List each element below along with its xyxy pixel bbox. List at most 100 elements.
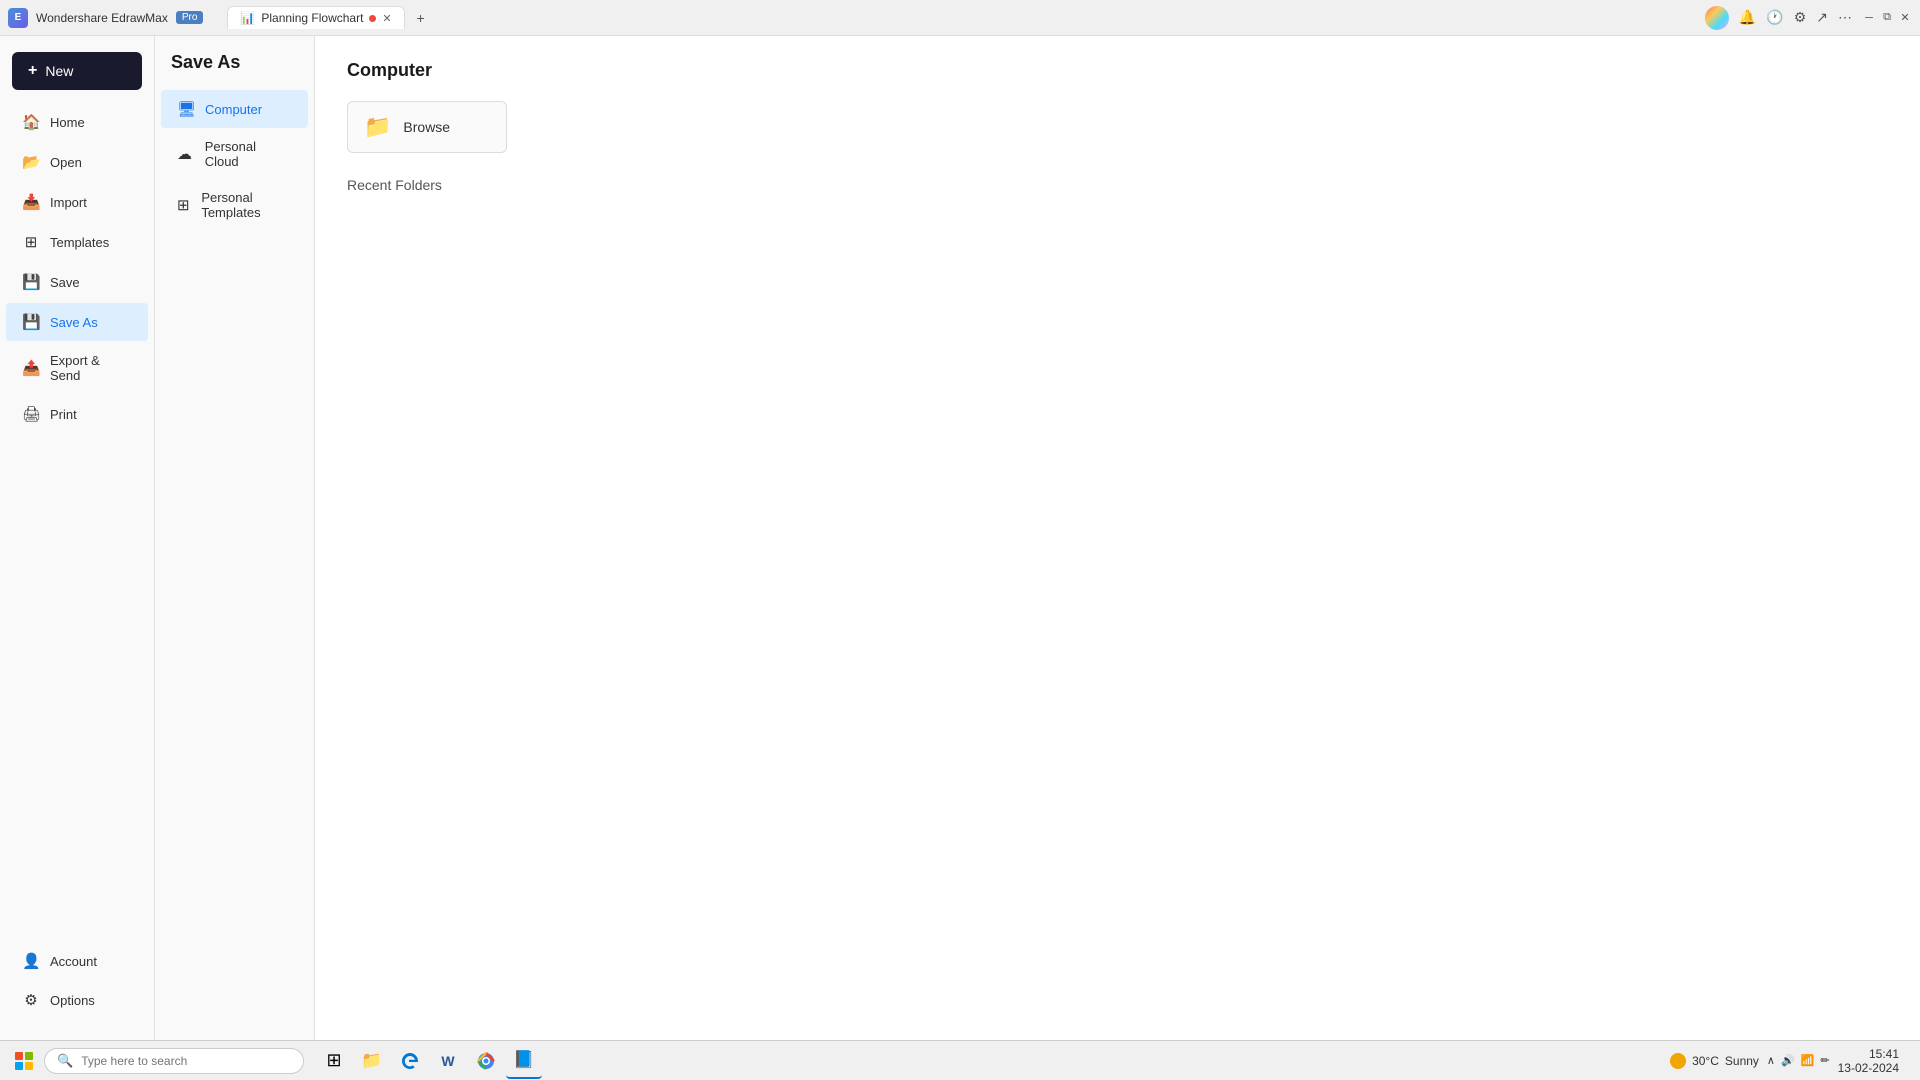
- save-icon: 💾: [22, 273, 40, 291]
- taskbar-file-explorer-button[interactable]: 📁: [354, 1043, 390, 1079]
- sidebar-item-templates[interactable]: ⊞ Templates: [6, 223, 148, 261]
- settings-icon[interactable]: ⚙: [1792, 7, 1809, 28]
- tray-arrow[interactable]: ∧: [1767, 1054, 1775, 1067]
- taskbar: 🔍 ⊞ 📁 W 📘 30°C Sunny: [0, 1040, 1920, 1080]
- save-as-title: Save As: [155, 52, 314, 89]
- taskbar-chrome-button[interactable]: [468, 1043, 504, 1079]
- import-icon: 📥: [22, 193, 40, 211]
- sidebar-label-export: Export & Send: [50, 353, 132, 383]
- tab-close-button[interactable]: ✕: [382, 12, 391, 25]
- show-desktop-button[interactable]: [1907, 1045, 1912, 1077]
- sidebar-label-account: Account: [50, 954, 97, 969]
- start-button[interactable]: [8, 1045, 40, 1077]
- more-icon[interactable]: ⋯: [1836, 7, 1854, 28]
- sidebar-item-account[interactable]: 👤 Account: [6, 942, 148, 980]
- folder-icon: 📁: [364, 114, 391, 140]
- avatar[interactable]: [1705, 6, 1729, 30]
- new-tab-button[interactable]: +: [409, 6, 433, 30]
- main-content-title: Computer: [347, 60, 1888, 81]
- main-content: Computer 📁 Browse Recent Folders: [315, 36, 1920, 1040]
- clock-time: 15:41: [1838, 1047, 1899, 1061]
- taskbar-word-button[interactable]: W: [430, 1043, 466, 1079]
- tab-label: Planning Flowchart: [261, 11, 363, 25]
- temperature: 30°C: [1692, 1054, 1719, 1068]
- sidebar-label-save: Save: [50, 275, 80, 290]
- window-controls: ─ ⧉ ✕: [1862, 11, 1912, 25]
- network-icon[interactable]: 📶: [1801, 1054, 1815, 1067]
- tab-unsaved-dot: [369, 15, 376, 22]
- save-option-cloud-label: Personal Cloud: [205, 139, 292, 169]
- sidebar-item-import[interactable]: 📥 Import: [6, 183, 148, 221]
- sidebar-label-templates: Templates: [50, 235, 109, 250]
- browse-card[interactable]: 📁 Browse: [347, 101, 507, 153]
- account-icon: 👤: [22, 952, 40, 970]
- windows-logo: [15, 1052, 33, 1070]
- cloud-icon: ☁: [177, 145, 195, 163]
- search-input[interactable]: [81, 1054, 291, 1068]
- personal-templates-icon: ⊞: [177, 196, 191, 214]
- clock[interactable]: 15:41 13-02-2024: [1838, 1047, 1899, 1075]
- sidebar-item-save-as[interactable]: 💾 Save As: [6, 303, 148, 341]
- save-option-personal-cloud[interactable]: ☁ Personal Cloud: [161, 129, 308, 179]
- sidebar-label-save-as: Save As: [50, 315, 98, 330]
- sidebar-item-home[interactable]: 🏠 Home: [6, 103, 148, 141]
- open-icon: 📂: [22, 153, 40, 171]
- new-label: New: [45, 63, 73, 79]
- sidebar-item-export[interactable]: 📤 Export & Send: [6, 343, 148, 393]
- save-option-computer[interactable]: 🖥 Computer: [161, 90, 308, 128]
- content-area: + New 🏠 Home 📂 Open 📥 Import ⊞ Templates…: [0, 36, 1920, 1040]
- options-icon: ⚙: [22, 991, 40, 1009]
- save-option-personal-templates[interactable]: ⊞ Personal Templates: [161, 180, 308, 230]
- recent-folders-title: Recent Folders: [347, 177, 1888, 193]
- sidebar: + New 🏠 Home 📂 Open 📥 Import ⊞ Templates…: [0, 36, 155, 1040]
- clock-date: 13-02-2024: [1838, 1061, 1899, 1075]
- volume-icon[interactable]: 🔊: [1781, 1054, 1795, 1067]
- taskbar-search-box[interactable]: 🔍: [44, 1048, 304, 1074]
- sidebar-label-options: Options: [50, 993, 95, 1008]
- print-icon: 🖨: [22, 405, 40, 423]
- share-icon[interactable]: ↗: [1814, 7, 1830, 28]
- taskbar-edrawmax-button[interactable]: 📘: [506, 1043, 542, 1079]
- notification-icon[interactable]: 🔔: [1737, 7, 1758, 28]
- sidebar-label-import: Import: [50, 195, 87, 210]
- close-button[interactable]: ✕: [1898, 11, 1912, 25]
- search-icon: 🔍: [57, 1053, 73, 1069]
- history-icon[interactable]: 🕐: [1764, 7, 1785, 28]
- system-tray: ∧ 🔊 📶 ✏: [1767, 1054, 1830, 1067]
- taskbar-right: 30°C Sunny ∧ 🔊 📶 ✏ 15:41 13-02-2024: [1670, 1045, 1912, 1077]
- taskbar-widgets-button[interactable]: ⊞: [316, 1043, 352, 1079]
- plus-icon: +: [28, 62, 37, 80]
- app-title: Wondershare EdrawMax: [36, 11, 168, 25]
- weather-condition: Sunny: [1725, 1054, 1759, 1068]
- topbar-right-icons: 🔔 🕐 ⚙ ↗ ⋯: [1737, 7, 1854, 28]
- title-bar-left: E Wondershare EdrawMax Pro 📊 Planning Fl…: [8, 6, 433, 30]
- tabs-area: 📊 Planning Flowchart ✕ +: [227, 6, 432, 30]
- export-icon: 📤: [22, 359, 40, 377]
- new-button[interactable]: + New: [12, 52, 142, 90]
- sidebar-item-open[interactable]: 📂 Open: [6, 143, 148, 181]
- home-icon: 🏠: [22, 113, 40, 131]
- maximize-button[interactable]: ⧉: [1880, 11, 1894, 25]
- sidebar-item-options[interactable]: ⚙ Options: [6, 981, 148, 1019]
- app-badge: Pro: [176, 11, 204, 24]
- tab-icon: 📊: [240, 11, 255, 25]
- sidebar-bottom: 👤 Account ⚙ Options: [0, 941, 154, 1032]
- minimize-button[interactable]: ─: [1862, 11, 1876, 25]
- sidebar-item-save[interactable]: 💾 Save: [6, 263, 148, 301]
- taskbar-edge-button[interactable]: [392, 1043, 428, 1079]
- save-option-templates-label: Personal Templates: [201, 190, 292, 220]
- weather-widget[interactable]: 30°C Sunny: [1670, 1053, 1759, 1069]
- edit-icon[interactable]: ✏: [1820, 1054, 1829, 1067]
- save-as-icon: 💾: [22, 313, 40, 331]
- sidebar-item-print[interactable]: 🖨 Print: [6, 395, 148, 433]
- middle-panel: Save As 🖥 Computer ☁ Personal Cloud ⊞ Pe…: [155, 36, 315, 1040]
- sun-icon: [1670, 1053, 1686, 1069]
- computer-icon: 🖥: [177, 100, 195, 118]
- title-bar: E Wondershare EdrawMax Pro 📊 Planning Fl…: [0, 0, 1920, 36]
- templates-icon: ⊞: [22, 233, 40, 251]
- tab-planning-flowchart[interactable]: 📊 Planning Flowchart ✕: [227, 6, 404, 29]
- sidebar-label-home: Home: [50, 115, 85, 130]
- sidebar-label-print: Print: [50, 407, 77, 422]
- taskbar-apps: ⊞ 📁 W 📘: [316, 1043, 542, 1079]
- browse-label: Browse: [403, 119, 450, 135]
